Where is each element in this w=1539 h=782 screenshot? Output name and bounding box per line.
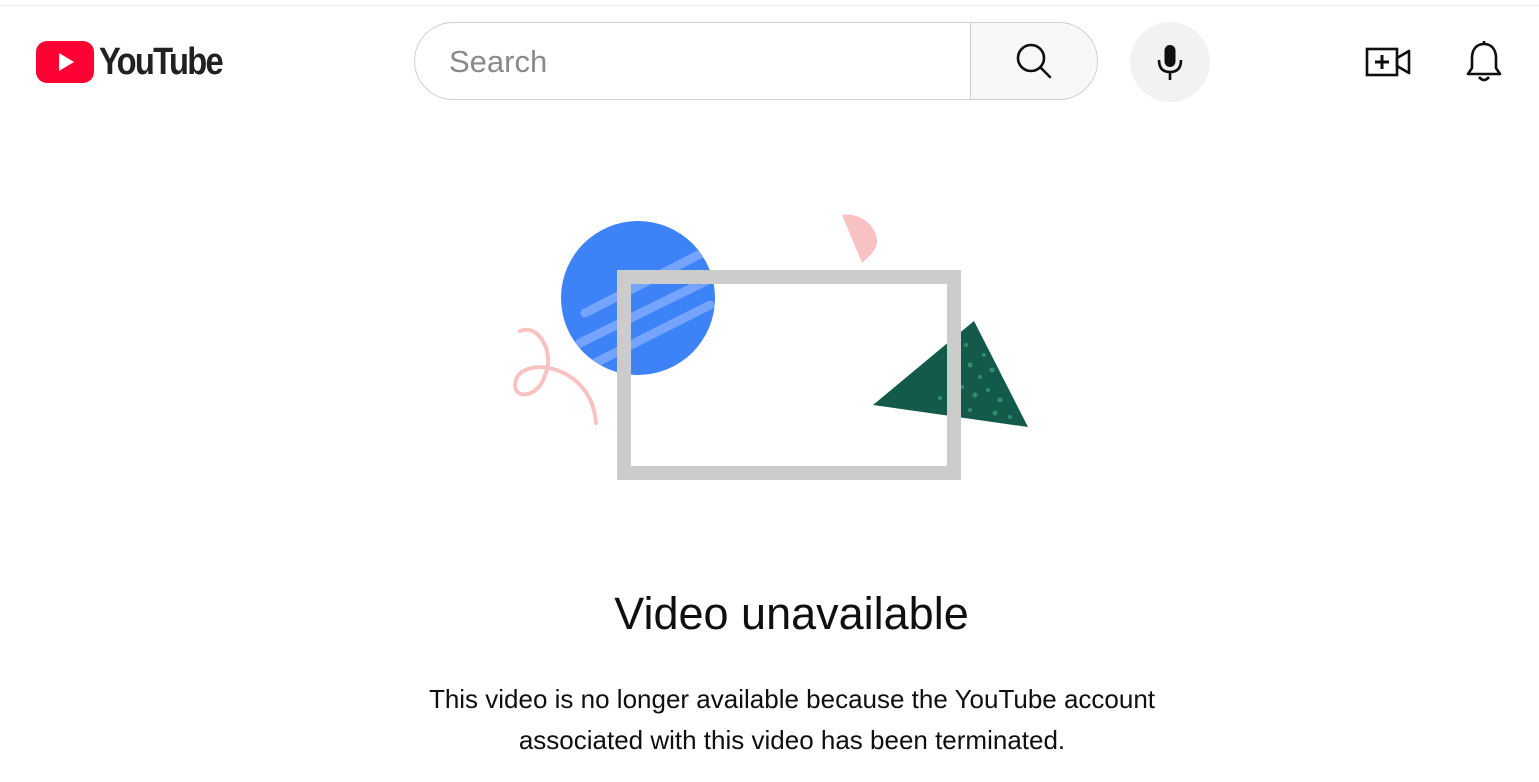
create-video-button[interactable] [1362, 40, 1414, 84]
microphone-icon [1157, 45, 1183, 80]
youtube-logo[interactable]: YouTube [36, 40, 242, 84]
notifications-button[interactable] [1460, 38, 1508, 86]
video-unavailable-illustration [513, 214, 1028, 480]
voice-search-button[interactable] [1130, 22, 1210, 102]
search-box [414, 22, 970, 100]
youtube-play-logo-icon [36, 41, 94, 83]
bell-icon [1466, 41, 1502, 82]
pink-halfmoon-shape [842, 214, 878, 263]
search-icon [1016, 43, 1052, 79]
logo-wordmark: YouTube [99, 41, 224, 83]
blue-circle-shape [561, 221, 715, 375]
error-title: Video unavailable [614, 588, 969, 639]
search-button[interactable] [970, 22, 1098, 100]
error-message: This video is no longer available becaus… [428, 684, 1156, 755]
video-plus-icon [1365, 47, 1411, 77]
search-input[interactable] [447, 23, 951, 100]
top-divider [0, 5, 1539, 6]
